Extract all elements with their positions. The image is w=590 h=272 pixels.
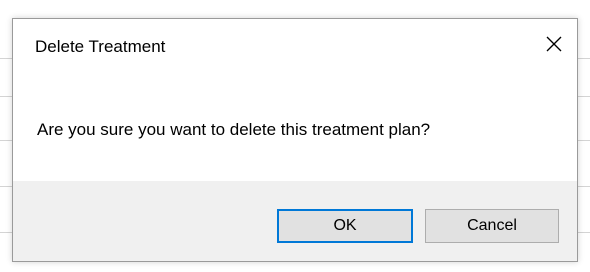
- background-divider: [0, 58, 12, 59]
- ok-button[interactable]: OK: [277, 209, 413, 243]
- background-divider: [0, 140, 12, 141]
- dialog-title: Delete Treatment: [35, 37, 166, 56]
- background-divider: [578, 96, 590, 97]
- background-divider: [0, 232, 12, 233]
- dialog-content: Are you sure you want to delete this tre…: [13, 75, 577, 181]
- background-divider: [578, 186, 590, 187]
- background-divider: [578, 58, 590, 59]
- delete-treatment-dialog: Delete Treatment Are you sure you want t…: [12, 18, 578, 262]
- close-button[interactable]: [531, 19, 577, 69]
- background-divider: [0, 96, 12, 97]
- background-divider: [0, 186, 12, 187]
- dialog-message: Are you sure you want to delete this tre…: [37, 120, 431, 139]
- background-divider: [578, 140, 590, 141]
- background-divider: [578, 232, 590, 233]
- close-icon: [546, 36, 562, 52]
- dialog-footer: OK Cancel: [13, 181, 577, 261]
- cancel-button[interactable]: Cancel: [425, 209, 559, 243]
- dialog-titlebar[interactable]: Delete Treatment: [13, 19, 577, 75]
